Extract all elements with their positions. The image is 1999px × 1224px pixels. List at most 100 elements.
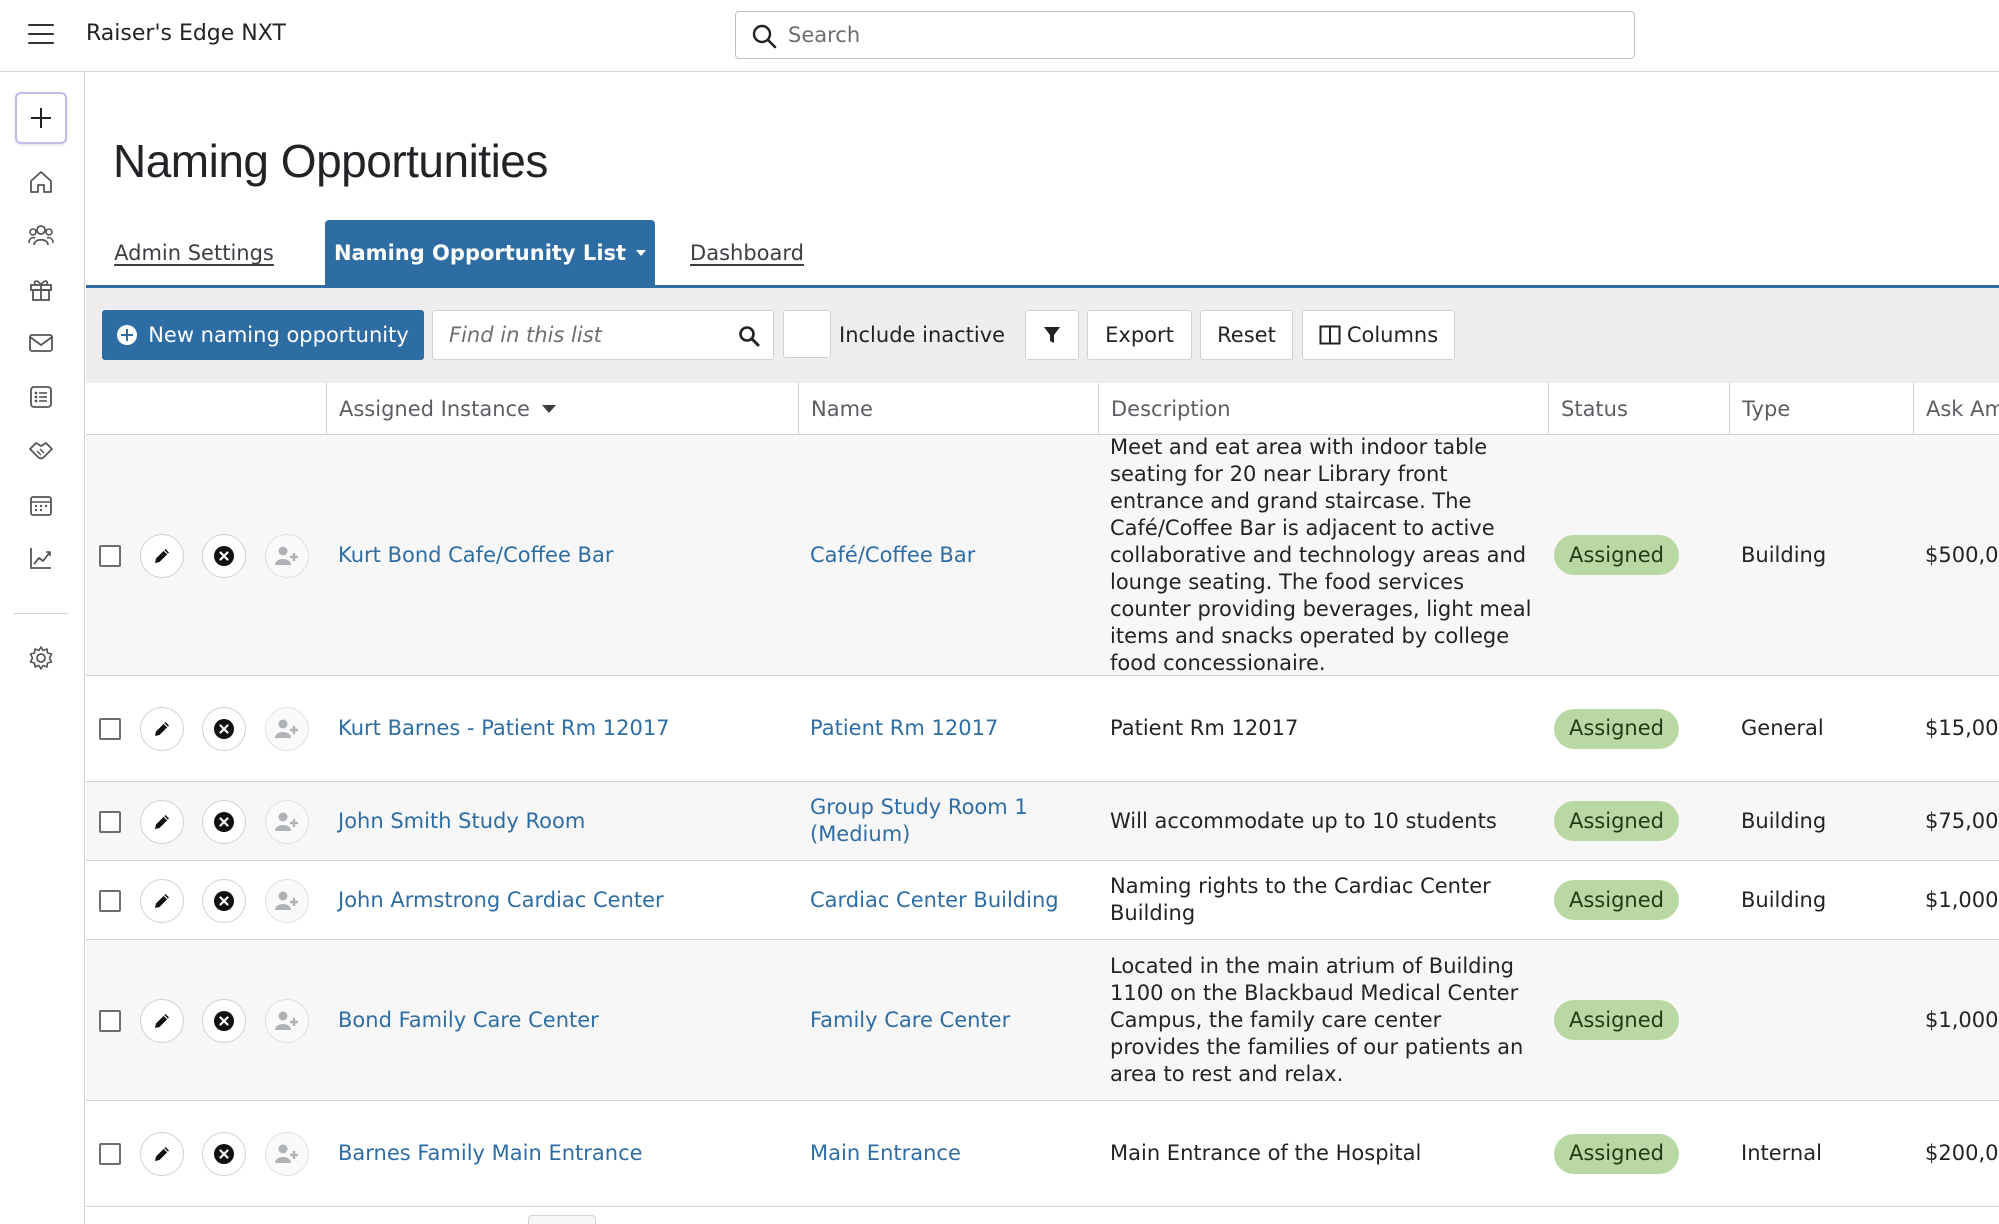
assigned-instance-link[interactable]: Kurt Barnes - Patient Rm 12017 xyxy=(338,715,670,742)
table-header: Assigned Instance Name Description Statu… xyxy=(86,383,1999,435)
cell-ask-amount: $1,000,0 xyxy=(1913,861,1999,939)
assigned-instance-link[interactable]: John Smith Study Room xyxy=(338,808,585,835)
list-icon[interactable] xyxy=(27,383,55,411)
tab-dashboard[interactable]: Dashboard xyxy=(682,220,812,286)
pencil-icon xyxy=(155,549,169,563)
include-inactive-checkbox[interactable] xyxy=(783,310,831,358)
analytics-icon[interactable] xyxy=(27,544,55,572)
gear-icon[interactable] xyxy=(27,644,55,672)
description-text: Located in the main atrium of Building 1… xyxy=(1110,953,1524,1086)
edit-button[interactable] xyxy=(140,999,184,1043)
name-link[interactable]: Patient Rm 12017 xyxy=(810,715,998,742)
cell-type: Building xyxy=(1729,861,1913,939)
table-row: Kurt Barnes - Patient Rm 12017 Patient Rm… xyxy=(86,676,1999,782)
constituents-icon[interactable] xyxy=(27,221,55,249)
deactivate-button[interactable] xyxy=(202,800,246,844)
row-checkbox[interactable] xyxy=(99,718,121,740)
column-header-type[interactable]: Type xyxy=(1729,383,1913,435)
new-naming-opportunity-button[interactable]: New naming opportunity xyxy=(102,310,424,360)
add-person-icon xyxy=(275,891,298,910)
table-row: Barnes Family Main Entrance Main Entrance… xyxy=(86,1101,1999,1207)
type-text: Building xyxy=(1741,808,1827,833)
cell-description: Meet and eat area with indoor table seat… xyxy=(1098,435,1548,675)
name-link[interactable]: Main Entrance xyxy=(810,1140,961,1167)
edit-button[interactable] xyxy=(140,534,184,578)
pencil-icon xyxy=(155,894,169,908)
tab-admin-settings[interactable]: Admin Settings xyxy=(107,220,281,286)
export-button[interactable]: Export xyxy=(1087,310,1192,360)
cell-ask-amount: $15,000 xyxy=(1913,676,1999,781)
pencil-icon xyxy=(155,1147,169,1161)
add-person-icon xyxy=(275,1144,298,1163)
deactivate-button[interactable] xyxy=(202,1132,246,1176)
column-header-ask-amount[interactable]: Ask Am xyxy=(1913,383,1999,435)
column-header-label: Status xyxy=(1561,397,1628,421)
find-in-list[interactable] xyxy=(432,310,774,360)
ask-amount-text: $15,000 xyxy=(1925,716,1999,740)
column-header-name[interactable]: Name xyxy=(798,383,1098,435)
assigned-instance-link[interactable]: Kurt Bond Cafe/Coffee Bar xyxy=(338,542,613,569)
cell-name: Main Entrance xyxy=(798,1101,1098,1206)
row-checkbox[interactable] xyxy=(99,545,121,567)
cell-status: Assigned xyxy=(1548,676,1729,781)
search-input[interactable] xyxy=(788,20,1608,50)
column-header-label: Type xyxy=(1742,397,1791,421)
name-link[interactable]: Cardiac Center Building xyxy=(810,887,1059,914)
row-checkbox[interactable] xyxy=(99,890,121,912)
type-text: General xyxy=(1741,716,1824,740)
top-bar: Raiser's Edge NXT xyxy=(0,0,1999,72)
assign-constituent-button[interactable] xyxy=(265,800,309,844)
name-link[interactable]: Family Care Center xyxy=(810,1007,1010,1034)
calendar-icon[interactable] xyxy=(27,491,55,519)
column-header-assigned-instance[interactable]: Assigned Instance xyxy=(326,383,798,435)
add-new-button[interactable] xyxy=(15,92,67,144)
row-checkbox[interactable] xyxy=(99,811,121,833)
find-in-list-input[interactable] xyxy=(449,320,719,350)
cell-type xyxy=(1729,940,1913,1100)
reset-button[interactable]: Reset xyxy=(1200,310,1293,360)
deactivate-button[interactable] xyxy=(202,879,246,923)
name-link[interactable]: Group Study Room 1 (Medium) xyxy=(810,794,1086,848)
tab-naming-opportunity-list[interactable]: Naming Opportunity List xyxy=(325,220,655,286)
global-search[interactable] xyxy=(735,11,1635,59)
deactivate-button[interactable] xyxy=(202,999,246,1043)
cell-description: Patient Rm 12017 xyxy=(1098,676,1548,781)
assign-constituent-button[interactable] xyxy=(265,534,309,578)
assigned-instance-link[interactable]: Barnes Family Main Entrance xyxy=(338,1140,643,1167)
columns-button[interactable]: Columns xyxy=(1302,310,1455,360)
hamburger-menu-icon[interactable] xyxy=(28,24,54,44)
edit-button[interactable] xyxy=(140,1132,184,1176)
search-icon[interactable] xyxy=(737,324,761,348)
cell-status: Assigned xyxy=(1548,1101,1729,1206)
mail-icon[interactable] xyxy=(27,329,55,357)
column-header-status[interactable]: Status xyxy=(1548,383,1729,435)
name-link[interactable]: Café/Coffee Bar xyxy=(810,542,975,569)
assign-constituent-button[interactable] xyxy=(265,879,309,923)
handshake-icon[interactable] xyxy=(27,437,55,465)
ask-amount-text: $1,000,0 xyxy=(1925,887,1999,912)
column-header-description[interactable]: Description xyxy=(1098,383,1548,435)
edit-button[interactable] xyxy=(140,707,184,751)
assigned-instance-link[interactable]: John Armstrong Cardiac Center xyxy=(338,887,664,914)
tab-bar: Admin Settings Naming Opportunity List D… xyxy=(86,220,1999,288)
horizontal-scrollbar[interactable] xyxy=(528,1215,596,1224)
filter-button[interactable] xyxy=(1025,310,1079,360)
row-checkbox[interactable] xyxy=(99,1143,121,1165)
deactivate-button[interactable] xyxy=(202,534,246,578)
edit-button[interactable] xyxy=(140,800,184,844)
row-checkbox[interactable] xyxy=(99,1010,121,1032)
assigned-instance-link[interactable]: Bond Family Care Center xyxy=(338,1007,599,1034)
ask-amount-text: $500,00 xyxy=(1925,542,1999,567)
add-person-icon xyxy=(275,546,298,565)
columns-label: Columns xyxy=(1346,323,1439,347)
home-icon[interactable] xyxy=(27,168,55,196)
assign-constituent-button[interactable] xyxy=(265,1132,309,1176)
assign-constituent-button[interactable] xyxy=(265,999,309,1043)
assign-constituent-button[interactable] xyxy=(265,707,309,751)
close-circle-icon xyxy=(214,546,234,566)
description-text: Will accommodate up to 10 students xyxy=(1110,808,1497,833)
cell-name: Café/Coffee Bar xyxy=(798,435,1098,675)
deactivate-button[interactable] xyxy=(202,707,246,751)
edit-button[interactable] xyxy=(140,879,184,923)
gift-icon[interactable] xyxy=(27,275,55,303)
